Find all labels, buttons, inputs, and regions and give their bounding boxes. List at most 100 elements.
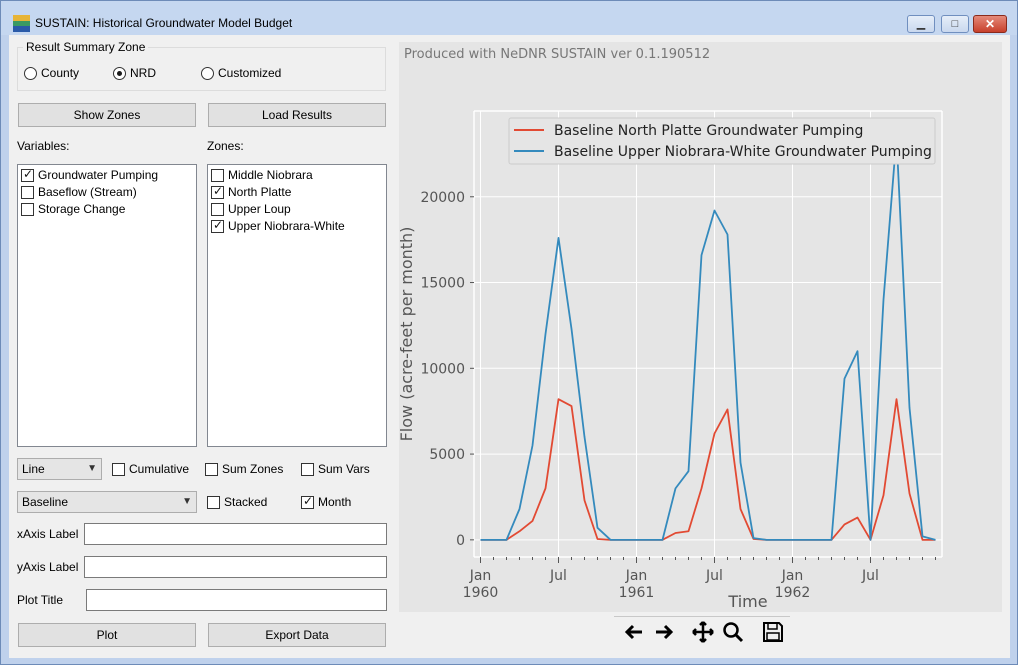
zone-item-upper-loup[interactable]: Upper Loup [211,201,291,217]
variable-item-groundwater-pumping[interactable]: Groundwater Pumping [21,167,158,183]
client-area: Result Summary Zone County NRD Customize… [9,35,1010,658]
checkbox-label: Sum Vars [318,462,370,476]
group-title: Result Summary Zone [23,40,149,54]
maximize-icon: □ [951,18,959,30]
maximize-button[interactable]: □ [941,15,969,33]
list-item-label: Groundwater Pumping [38,168,159,182]
y-tick-label: 15000 [420,276,465,292]
y-axis-label-input[interactable] [84,556,387,578]
list-item-label: North Platte [228,185,292,199]
chevron-down-icon: ▼ [182,496,192,507]
checkbox[interactable] [205,462,218,476]
checkbox[interactable] [21,202,34,216]
checkbox[interactable] [21,185,34,199]
plot-title-input[interactable] [86,589,387,611]
x-tick-label-year: 1960 [463,585,499,601]
select-value: Line [22,462,45,476]
y-axis-label-label: yAxis Label [17,560,79,574]
checkbox[interactable] [211,168,224,182]
plot-title-label: Plot Title [17,593,64,607]
list-item-label: Upper Loup [228,202,291,216]
checkbox[interactable] [21,167,34,182]
app-logo-icon [13,15,30,32]
variables-label: Variables: [17,139,70,153]
sum-vars-checkbox[interactable]: Sum Vars [301,462,370,476]
zones-label: Zones: [207,139,244,153]
x-tick-label: Jan [781,568,804,584]
x-tick-label: Jan [469,568,492,584]
list-item-label: Upper Niobrara-White [228,219,345,233]
plot-toolbar [614,616,790,650]
radio-circle[interactable] [201,66,214,80]
cumulative-checkbox[interactable]: Cumulative [112,462,189,476]
checkbox-label: Sum Zones [222,462,284,476]
radio-circle[interactable] [113,66,126,80]
pan-icon[interactable] [691,620,715,644]
checkbox[interactable] [301,494,314,509]
radio-label: Customized [218,66,282,80]
show-zones-button[interactable]: Show Zones [18,103,196,127]
radio-circle[interactable] [24,66,37,80]
y-tick-label: 5000 [429,447,465,463]
radio-label: County [41,66,80,80]
checkbox[interactable] [112,462,125,476]
checkbox[interactable] [211,218,224,233]
list-item-label: Storage Change [38,202,126,216]
zones-list[interactable]: Middle Niobrara North Platte Upper Loup … [207,164,387,447]
variable-item-baseflow[interactable]: Baseflow (Stream) [21,184,137,200]
x-tick-label-year: 1962 [775,585,811,601]
app-window: SUSTAIN: Historical Groundwater Model Bu… [0,0,1018,665]
legend-entry: Baseline Upper Niobrara-White Groundwate… [554,144,932,160]
x-tick-label-year: 1961 [619,585,655,601]
load-results-button[interactable]: Load Results [208,103,386,127]
zoom-icon[interactable] [721,620,745,644]
back-arrow-icon[interactable] [622,620,646,644]
save-icon[interactable] [761,620,785,644]
minimize-icon: ▁ [916,18,926,30]
month-checkbox[interactable]: Month [301,494,352,509]
x-tick-label: Jul [705,568,723,584]
sum-zones-checkbox[interactable]: Sum Zones [205,462,283,476]
checkbox-label: Stacked [224,495,268,509]
close-icon: ✕ [984,17,996,31]
x-tick-label: Jul [861,568,879,584]
checkbox[interactable] [301,462,314,476]
variables-list[interactable]: Groundwater Pumping Baseflow (Stream) St… [17,164,197,447]
stacked-checkbox[interactable]: Stacked [207,495,267,509]
x-axis-title: Time [727,592,767,611]
line-chart: 05000100001500020000Jan1960Jul Jan1961Jul… [399,110,943,611]
plot-type-select[interactable]: Line ▼ [17,458,102,480]
x-axis-label-label: xAxis Label [17,527,79,541]
zone-item-upper-niobrara-white[interactable]: Upper Niobrara-White [211,218,345,234]
radio-nrd[interactable]: NRD [113,66,156,80]
zone-item-north-platte[interactable]: North Platte [211,184,291,200]
plot-canvas[interactable]: Produced with NeDNR SUSTAIN ver 0.1.1905… [399,42,1002,612]
y-tick-label: 20000 [420,190,465,206]
y-tick-label: 10000 [420,361,465,377]
minimize-button[interactable]: ▁ [907,15,935,33]
y-tick-label: 0 [456,533,465,549]
plot-button[interactable]: Plot [18,623,196,647]
x-tick-label: Jul [549,568,567,584]
export-data-button[interactable]: Export Data [208,623,386,647]
checkbox-label: Cumulative [129,462,190,476]
list-item-label: Middle Niobrara [228,168,313,182]
forward-arrow-icon[interactable] [652,620,676,644]
title-bar[interactable]: SUSTAIN: Historical Groundwater Model Bu… [1,1,1017,35]
checkbox-label: Month [318,495,352,509]
x-axis-label-input[interactable] [84,523,387,545]
checkbox[interactable] [211,184,224,199]
radio-customized[interactable]: Customized [201,66,281,80]
close-button[interactable]: ✕ [973,15,1007,33]
y-axis-title: Flow (acre-feet per month) [399,227,416,442]
chevron-down-icon: ▼ [87,463,97,474]
legend-entry: Baseline North Platte Groundwater Pumpin… [554,123,863,139]
checkbox[interactable] [207,495,220,509]
zone-item-middle-niobrara[interactable]: Middle Niobrara [211,167,313,183]
window-title: SUSTAIN: Historical Groundwater Model Bu… [35,16,293,30]
radio-county[interactable]: County [24,66,79,80]
result-summary-zone-group: Result Summary Zone County NRD Customize… [17,40,386,91]
variable-item-storage-change[interactable]: Storage Change [21,201,125,217]
checkbox[interactable] [211,202,224,216]
scenario-select[interactable]: Baseline ▼ [17,491,197,513]
